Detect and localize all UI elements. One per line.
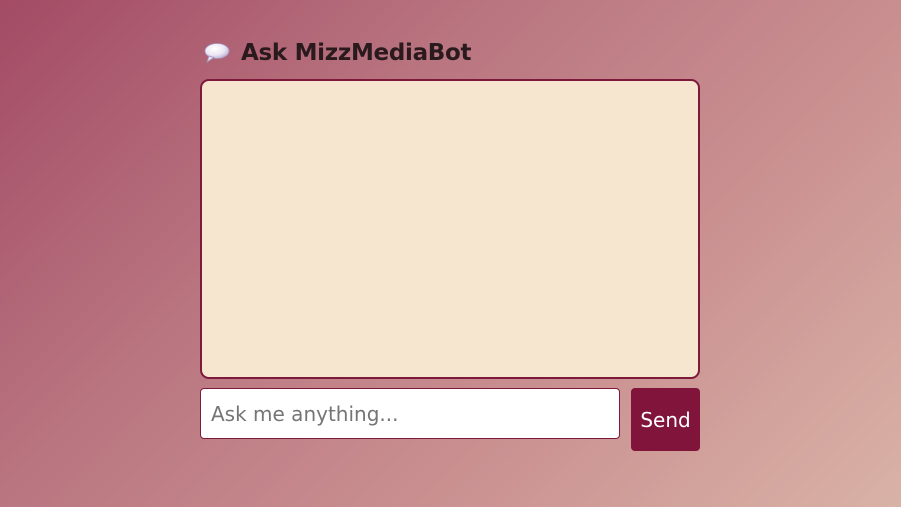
page-title: Ask MizzMediaBot: [241, 40, 472, 66]
chat-input[interactable]: [200, 388, 620, 439]
speech-bubble-icon: [203, 42, 233, 64]
chat-messages-area[interactable]: [200, 79, 700, 379]
chat-input-row: Send: [200, 388, 700, 451]
chat-header: Ask MizzMediaBot: [200, 36, 700, 70]
chat-widget: Ask MizzMediaBot Send: [200, 36, 700, 451]
send-button[interactable]: Send: [631, 388, 700, 451]
